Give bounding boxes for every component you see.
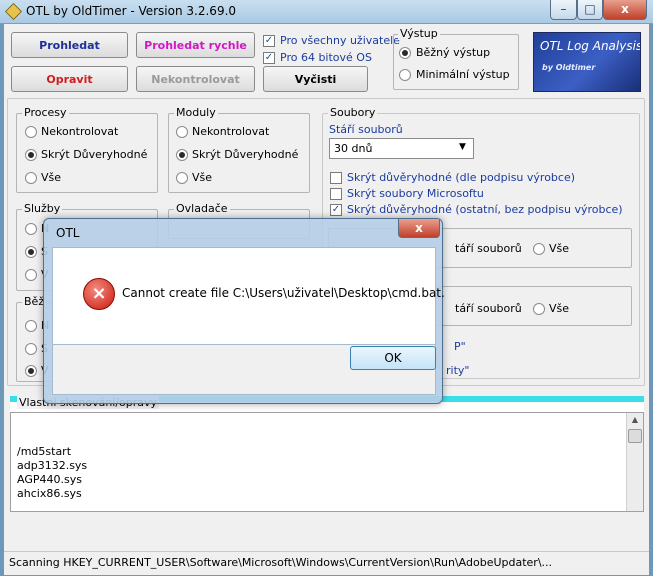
otl-logo: OTL Log Analysis by Oldtimer — [533, 32, 641, 92]
title-bar: OTL by OldTimer - Version 3.2.69.0 – □ x — [0, 0, 653, 24]
services-radio-1[interactable] — [25, 223, 37, 235]
hide-unsigned-checkbox[interactable]: ✓ — [330, 204, 342, 216]
files-row1-all-radio[interactable] — [533, 243, 545, 255]
files-row2-age-label: táří souborů — [455, 302, 522, 315]
hide-unsigned-label: Skrýt důvěryhodné (ostatní, bez podpisu … — [347, 203, 623, 216]
dialog-close-button[interactable]: x — [398, 219, 440, 238]
error-icon: × — [83, 278, 115, 310]
scroll-thumb[interactable] — [628, 429, 642, 443]
custom-line-4: ahcix86.sys — [17, 487, 82, 500]
window-title: OTL by OldTimer - Version 3.2.69.0 — [26, 4, 237, 18]
standard-radio-2[interactable] — [25, 343, 37, 355]
dialog-footer: OK — [52, 345, 436, 395]
processes-title: Procesy — [22, 106, 69, 119]
files-age-label: Stáří souborů — [329, 123, 403, 136]
modules-hide-trusted-radio[interactable] — [176, 149, 188, 161]
custom-textarea[interactable]: /md5start adp3132.sys AGP440.sys ahcix86… — [10, 412, 644, 512]
logo-title: OTL Log Analysis — [540, 39, 641, 53]
status-bar: Scanning HKEY_CURRENT_USER\Software\Micr… — [4, 551, 649, 573]
files-row2-all-radio[interactable] — [533, 303, 545, 315]
status-text: Scanning HKEY_CURRENT_USER\Software\Micr… — [9, 556, 553, 569]
services-title: Služby — [22, 202, 63, 215]
services-radio-2[interactable] — [25, 246, 37, 258]
minimize-button[interactable]: – — [550, 0, 577, 20]
files-row2-all-label: Vše — [549, 302, 570, 315]
logo-subtitle: by Oldtimer — [542, 63, 596, 72]
scan-button[interactable]: Prohledat — [11, 32, 128, 58]
custom-line-1: /md5start — [17, 445, 72, 458]
output-minimal-label: Minimální výstup — [416, 68, 510, 81]
standard-radio-1[interactable] — [25, 320, 37, 332]
modules-nocheck-label: Nekontrolovat — [192, 125, 270, 138]
hide-signed-checkbox[interactable] — [330, 172, 342, 184]
processes-all-radio[interactable] — [25, 172, 37, 184]
dialog-message: Cannot create file C:\Users\uživatel\Des… — [122, 286, 445, 300]
modules-all-label: Vše — [192, 171, 213, 184]
modules-hide-trusted-label: Skrýt Důveryhodné — [192, 148, 299, 161]
clean-button[interactable]: Vyčisti — [263, 66, 368, 92]
scan-fast-button[interactable]: Prohledat rychle — [136, 32, 255, 58]
services-radio-3[interactable] — [25, 269, 37, 281]
custom-line-2: adp3132.sys — [17, 459, 88, 472]
chevron-down-icon: ▼ — [459, 142, 466, 152]
output-standard-label: Běžný výstup — [416, 46, 491, 59]
files-link-2[interactable]: rity" — [446, 364, 469, 377]
files-age-select[interactable]: 30 dnů ▼ — [329, 138, 474, 159]
custom-scrollbar[interactable]: ▲ — [626, 413, 643, 511]
output-group-title: Výstup — [398, 27, 440, 40]
os64-label: Pro 64 bitové OS — [280, 51, 372, 64]
files-title: Soubory — [328, 106, 378, 119]
output-group — [393, 34, 519, 90]
files-age-value: 30 dnů — [334, 142, 373, 155]
output-standard-radio[interactable] — [399, 47, 411, 59]
dialog-title: OTL — [56, 226, 80, 240]
maximize-button[interactable]: □ — [577, 0, 603, 20]
custom-line-3: AGP440.sys — [17, 473, 82, 486]
processes-nocheck-radio[interactable] — [25, 126, 37, 138]
hide-microsoft-checkbox[interactable] — [330, 188, 342, 200]
close-button[interactable]: x — [603, 0, 647, 20]
modules-nocheck-radio[interactable] — [176, 126, 188, 138]
modules-all-radio[interactable] — [176, 172, 188, 184]
processes-nocheck-label: Nekontrolovat — [41, 125, 119, 138]
app-icon — [5, 3, 22, 20]
all-users-checkbox[interactable]: ✓ — [263, 35, 275, 47]
files-row1-all-label: Vše — [549, 242, 570, 255]
nocheck-button[interactable]: Nekontrolovat — [136, 66, 255, 92]
dialog-body: × Cannot create file C:\Users\uživatel\D… — [52, 247, 445, 345]
modules-title: Moduly — [174, 106, 218, 119]
hide-signed-label: Skrýt důvěryhodné (dle podpisu výrobce) — [347, 171, 576, 184]
standard-radio-3[interactable] — [25, 365, 37, 377]
files-link-1[interactable]: P" — [454, 340, 466, 353]
error-dialog: OTL x × Cannot create file C:\Users\uživ… — [43, 218, 445, 404]
processes-hide-trusted-label: Skrýt Důveryhodné — [41, 148, 148, 161]
scroll-up-icon[interactable]: ▲ — [627, 415, 643, 427]
hide-microsoft-label: Skrýt soubory Microsoftu — [347, 187, 484, 200]
fix-button[interactable]: Opravit — [11, 66, 128, 92]
all-users-label: Pro všechny uživatele — [280, 34, 400, 47]
ok-button[interactable]: OK — [350, 346, 436, 370]
drivers-title: Ovladače — [174, 202, 230, 215]
output-minimal-radio[interactable] — [399, 69, 411, 81]
processes-hide-trusted-radio[interactable] — [25, 149, 37, 161]
files-row1-age-label: táří souborů — [455, 242, 522, 255]
os64-checkbox[interactable]: ✓ — [263, 52, 275, 64]
processes-all-label: Vše — [41, 171, 62, 184]
